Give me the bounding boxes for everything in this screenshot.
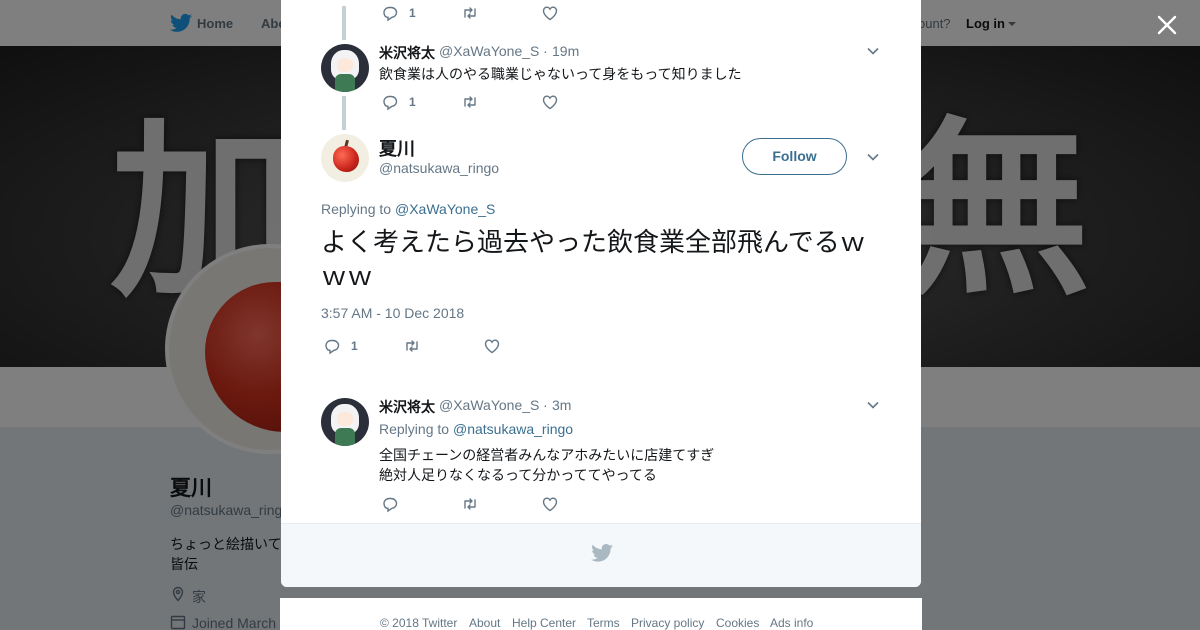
footer-privacy-link[interactable]: Privacy policy [631,616,704,630]
footer-ads-link[interactable]: Ads info [770,616,813,630]
reply-icon[interactable] [381,93,399,111]
avatar-body [335,74,355,92]
main-tweet-date[interactable]: 3:57 AM - 10 Dec 2018 [321,305,464,321]
retweet-icon[interactable] [461,495,479,513]
reply-text-line2: 絶対人足りなくなるって分かっててやってる [379,467,657,483]
reply-author-handle[interactable]: @XaWaYone_S [439,397,539,413]
reply-author-name[interactable]: 米沢将太 [379,397,435,417]
retweet-icon[interactable] [403,337,421,355]
reply-text-line1: 全国チェーンの経営者みんなアホみたいに店建てすぎ [379,447,715,463]
tweet-author-handle[interactable]: @XaWaYone_S [439,43,539,59]
footer-cookies-link[interactable]: Cookies [716,616,759,630]
tweet-dot: · [543,43,548,59]
modal-footer [281,523,921,587]
reply-count: 1 [409,95,416,109]
replying-to-link[interactable]: @XaWaYone_S [395,201,495,217]
footer-copyright: © 2018 Twitter [380,616,458,630]
retweet-icon[interactable] [461,93,479,111]
reply-icon[interactable] [381,495,399,513]
footer-about-link[interactable]: About [469,616,500,630]
main-tweet-author-handle[interactable]: @natsukawa_ringo [379,160,499,176]
reply-count: 1 [351,339,358,353]
tweet-author-name[interactable]: 米沢将太 [379,43,435,63]
thread-connector [342,96,346,130]
tweet-avatar[interactable] [321,44,369,92]
tweet-permalink-modal: 1 米沢将太 @XaWaYone_S · 19m 飲食業は人のやる職業じゃないっ… [281,0,921,587]
apple-avatar-image [333,146,359,172]
avatar-body [335,428,355,446]
chevron-down-icon[interactable] [866,46,880,56]
tweet-text: 飲食業は人のやる職業じゃないって身をもって知りました [379,66,742,82]
main-tweet-text: よく考えたら過去やった飲食業全部飛んでるｗｗｗ [321,228,866,292]
reply-count: 1 [409,6,416,20]
like-icon[interactable] [541,4,559,22]
chevron-down-icon[interactable] [866,400,880,410]
reply-icon[interactable] [381,4,399,22]
tweet-dot: · [543,397,548,413]
tweet-timestamp[interactable]: 19m [552,43,579,59]
chevron-down-icon[interactable] [866,152,880,162]
avatar-face [337,412,353,426]
thread-connector [342,6,346,40]
like-icon[interactable] [541,93,559,111]
avatar-face [337,58,353,72]
follow-button[interactable]: Follow [742,138,847,175]
reply-tweet-avatar[interactable] [321,398,369,446]
close-icon[interactable] [1154,12,1180,38]
reply-timestamp[interactable]: 3m [552,397,571,413]
reply-icon[interactable] [323,337,341,355]
replying-to-label: Replying to [379,421,450,437]
footer-terms-link[interactable]: Terms [587,616,620,630]
replying-to-label: Replying to [321,201,392,217]
main-tweet-author-name[interactable]: 夏川 [379,135,415,161]
main-tweet-avatar[interactable] [321,134,369,182]
footer-help-link[interactable]: Help Center [512,616,576,630]
page-footer: © 2018 Twitter About Help Center Terms P… [280,598,922,630]
twitter-bird-icon [591,544,613,562]
like-icon[interactable] [541,495,559,513]
replying-to-link[interactable]: @natsukawa_ringo [453,421,573,437]
retweet-icon[interactable] [461,4,479,22]
like-icon[interactable] [483,337,501,355]
